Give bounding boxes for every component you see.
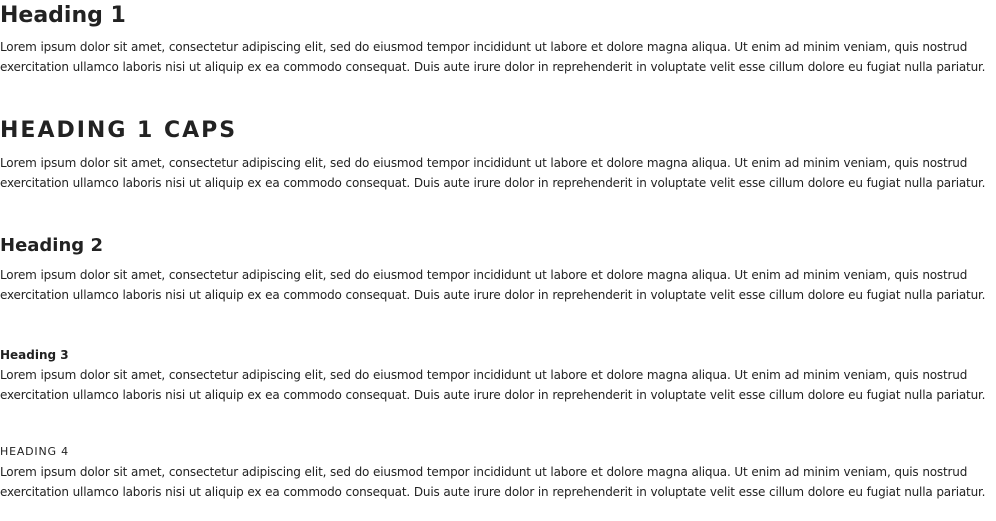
heading-4: HEADING 4 <box>0 445 69 458</box>
paragraph-1: Lorem ipsum dolor sit amet, consectetur … <box>0 40 986 74</box>
paragraph-4: Lorem ipsum dolor sit amet, consectetur … <box>0 368 986 402</box>
heading-1: Heading 1 <box>0 3 126 28</box>
paragraph-5: Lorem ipsum dolor sit amet, consectetur … <box>0 465 986 499</box>
heading-2: Heading 2 <box>0 235 103 256</box>
paragraph-2: Lorem ipsum dolor sit amet, consectetur … <box>0 156 986 190</box>
paragraph-3: Lorem ipsum dolor sit amet, consectetur … <box>0 268 986 302</box>
heading-3: Heading 3 <box>0 348 69 362</box>
heading-1-caps: HEADING 1 CAPS <box>0 118 238 143</box>
typography-page: Heading 1 Lorem ipsum dolor sit amet, co… <box>0 0 996 521</box>
